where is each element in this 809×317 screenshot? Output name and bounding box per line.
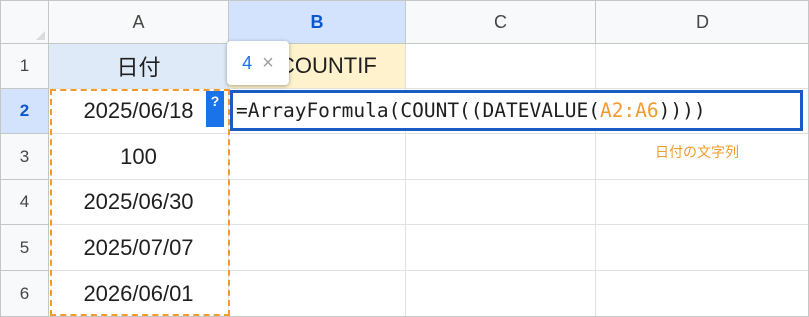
cell-c3[interactable]	[406, 134, 596, 180]
result-preview-tooltip: 4 ×	[227, 41, 289, 85]
cell-d4[interactable]	[596, 180, 808, 225]
formula-suffix: ))))	[658, 99, 706, 122]
cell-a5[interactable]: 2025/07/07	[49, 225, 229, 271]
cell-c4[interactable]	[406, 180, 596, 225]
row-header-2[interactable]: 2	[1, 89, 49, 134]
annotation-label: 日付の文字列	[655, 144, 739, 160]
formula-range-ref: A2:A6	[599, 99, 659, 122]
row-header-1[interactable]: 1	[1, 44, 49, 89]
cell-a3[interactable]: 100	[49, 134, 229, 180]
close-icon[interactable]: ×	[262, 52, 274, 75]
cell-c5[interactable]	[406, 225, 596, 271]
column-header-c[interactable]: C	[406, 1, 596, 44]
column-header-a[interactable]: A	[49, 1, 229, 44]
column-header-b[interactable]: B	[229, 1, 406, 44]
cell-d1[interactable]	[596, 44, 808, 89]
formula-prefix: =ArrayFormula(COUNT((DATEVALUE(	[236, 99, 600, 122]
cell-d6[interactable]	[596, 271, 808, 316]
row-header-6[interactable]: 6	[1, 271, 49, 316]
row-header-4[interactable]: 4	[1, 180, 49, 225]
select-all-corner[interactable]	[1, 1, 49, 44]
row-header-5[interactable]: 5	[1, 225, 49, 271]
formula-editor[interactable]: =ArrayFormula(COUNT((DATEVALUE(A2:A6))))	[230, 90, 803, 131]
cell-b3[interactable]	[229, 134, 406, 180]
cell-c6[interactable]	[406, 271, 596, 316]
cell-b5[interactable]	[229, 225, 406, 271]
cell-d5[interactable]	[596, 225, 808, 271]
column-header-d[interactable]: D	[596, 1, 808, 44]
cell-a6[interactable]: 2026/06/01	[49, 271, 229, 316]
cell-a4[interactable]: 2025/06/30	[49, 180, 229, 225]
formula-help-icon[interactable]: ?	[206, 91, 224, 127]
cell-b4[interactable]	[229, 180, 406, 225]
cell-b6[interactable]	[229, 271, 406, 316]
result-preview-value: 4	[242, 52, 253, 73]
spreadsheet-grid: A B C D 1 2 3 4 5 6 日付 COUNTIF 2025/06/1…	[0, 0, 809, 317]
cell-a2[interactable]: 2025/06/18	[49, 89, 229, 134]
row-header-3[interactable]: 3	[1, 134, 49, 180]
cell-a1[interactable]: 日付	[49, 44, 229, 89]
cell-c1[interactable]	[406, 44, 596, 89]
